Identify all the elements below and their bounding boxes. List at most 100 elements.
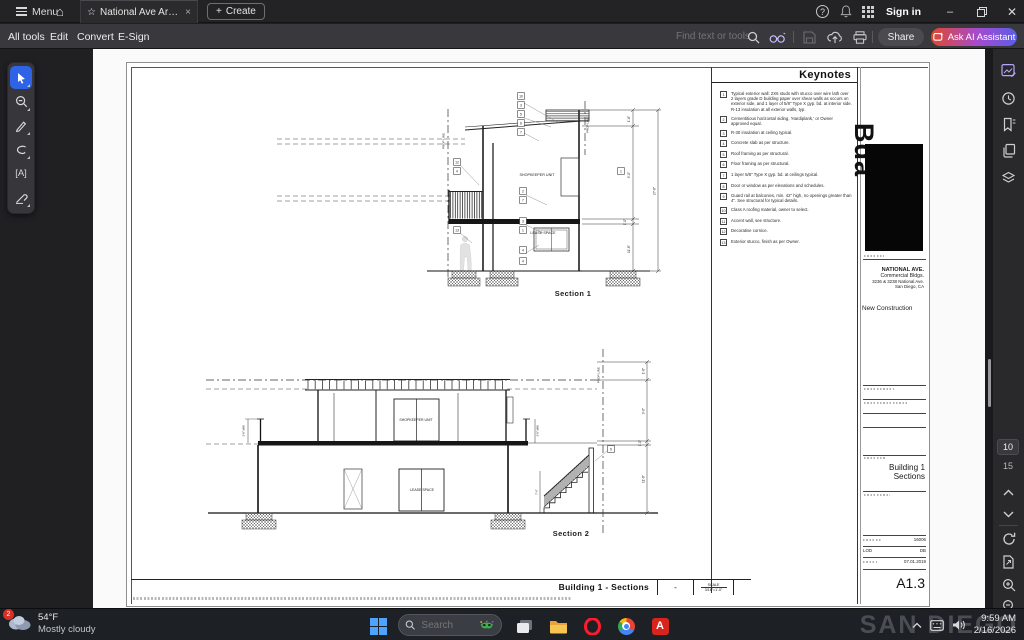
help-button[interactable]: ?: [816, 0, 829, 23]
rotate-button[interactable]: [999, 529, 1018, 548]
svg-text:7: 7: [522, 199, 524, 203]
weather-temp: 54°F: [38, 612, 96, 624]
tab-all-tools[interactable]: All tools: [8, 24, 45, 49]
document-viewer[interactable]: PROP LINE PROP LINE: [93, 49, 985, 608]
svg-text:3'-6" MIN: 3'-6" MIN: [536, 425, 540, 436]
pen-tool[interactable]: [10, 114, 32, 137]
svg-text:4: 4: [522, 260, 524, 264]
print-icon[interactable]: [851, 28, 869, 46]
right-panel: 10 15: [993, 49, 1024, 608]
svg-text:SHOPKEEPER UNIT: SHOPKEEPER UNIT: [519, 173, 555, 177]
keynote-item: 13Exterior stucco, finish as per Owner.: [720, 239, 852, 246]
footings: [242, 513, 525, 529]
svg-text:7'-6": 7'-6": [535, 489, 539, 495]
create-button[interactable]: + Create: [207, 3, 265, 20]
svg-text:PROP LINE: PROP LINE: [597, 367, 601, 383]
tab-close-icon[interactable]: ×: [185, 7, 191, 18]
home-button[interactable]: ⌂: [56, 0, 64, 23]
read-mode-glasses-icon[interactable]: [768, 28, 786, 46]
cloud-upload-icon[interactable]: [826, 28, 844, 46]
search-icon[interactable]: [744, 28, 762, 46]
add-text-tool[interactable]: [A]: [10, 162, 32, 185]
titleblock: Bda NATIONAL AVE. Commercial Bldgs. 3236…: [861, 67, 928, 604]
tab-esign[interactable]: E-Sign: [118, 24, 150, 49]
history-panel-button[interactable]: [999, 89, 1018, 108]
pen-icon: [15, 120, 27, 132]
touch-keyboard-icon[interactable]: [930, 620, 944, 631]
layers-panel-button[interactable]: [999, 167, 1018, 186]
menu-button[interactable]: Menu: [16, 0, 58, 23]
share-button[interactable]: Share: [878, 28, 924, 46]
edit-image-panel-button[interactable]: [999, 61, 1018, 80]
svg-text:1'-0": 1'-0": [623, 219, 627, 225]
taskbar-search[interactable]: [398, 614, 502, 636]
dimension-lines-s2: [597, 360, 651, 515]
stairs: [544, 472, 588, 513]
sign-in-button[interactable]: Sign in: [886, 0, 921, 23]
notifications-button[interactable]: [840, 0, 852, 23]
volume-icon[interactable]: [952, 619, 966, 631]
stair-railing-hatch: [544, 455, 589, 507]
copy-pages-icon: [1002, 143, 1016, 158]
tab-convert[interactable]: Convert: [77, 24, 114, 49]
acrobat-button[interactable]: A: [648, 614, 672, 638]
svg-text:1'-6": 1'-6": [627, 116, 631, 122]
svg-text:12: 12: [455, 161, 459, 165]
bell-icon: [840, 5, 852, 18]
tab-edit[interactable]: Edit: [50, 24, 68, 49]
svg-text:2: 2: [522, 190, 524, 194]
pdf-page: PROP LINE PROP LINE: [126, 62, 930, 607]
svg-text:1: 1: [522, 229, 524, 233]
tray-expand-icon[interactable]: [912, 622, 922, 629]
keynote-item: 2Cementitious horizontal siding, 'Hardip…: [720, 116, 852, 126]
zoom-in-button[interactable]: [999, 575, 1018, 594]
apps-button[interactable]: [862, 0, 874, 23]
restore-button[interactable]: [967, 0, 997, 23]
task-view-button[interactable]: [512, 614, 536, 638]
svg-text:4: 4: [456, 170, 458, 174]
find-input[interactable]: [676, 31, 748, 42]
zoom-tool[interactable]: [10, 90, 32, 113]
section-2-drawing: SHOPKEEPER UNIT 3'-6" MIN 3'-6" MIN: [206, 349, 658, 538]
keynote-item: 3R-30 insulation at ceiling typical.: [720, 130, 852, 137]
chrome-button[interactable]: [614, 614, 638, 638]
file-explorer-button[interactable]: [546, 614, 570, 638]
start-button[interactable]: [366, 614, 390, 638]
svg-text:9'-0": 9'-0": [642, 408, 646, 414]
close-button[interactable]: ✕: [997, 0, 1024, 23]
scrollbar-track[interactable]: [985, 49, 993, 608]
restore-icon: [977, 7, 987, 17]
bookmarks-panel-button[interactable]: [999, 115, 1018, 134]
svg-text:11'-6": 11'-6": [642, 475, 646, 483]
taskbar-clock[interactable]: 9:59 AM 2/16/2026: [974, 613, 1016, 637]
document-tab[interactable]: ☆ National Ave Arch Dwg... ×: [80, 0, 198, 23]
toolbar: All tools Edit Convert E-Sign Share: [0, 24, 1024, 49]
svg-text:4: 4: [522, 249, 524, 253]
bracket-a-icon: [A]: [15, 168, 27, 179]
stamp-tool[interactable]: [10, 186, 32, 209]
mardi-gras-mask-icon: [479, 619, 495, 632]
keynote-item: 8Door or window as per elevations and sc…: [720, 183, 852, 190]
page-down-button[interactable]: [999, 505, 1018, 524]
minimize-button[interactable]: –: [935, 0, 965, 23]
pages-panel-button[interactable]: [999, 141, 1018, 160]
keynote-item: 1Typical exterior wall: 2X6 studs with s…: [720, 91, 852, 112]
ask-ai-assistant-button[interactable]: Ask AI Assistant: [931, 28, 1017, 46]
select-tool[interactable]: [10, 66, 32, 89]
fit-page-button[interactable]: [999, 552, 1018, 571]
weather-widget[interactable]: 2 54°F Mostly cloudy: [6, 612, 96, 637]
lasso-tool[interactable]: [10, 138, 32, 161]
scrollbar-thumb[interactable]: [988, 359, 991, 407]
refresh-icon: [1002, 532, 1016, 546]
current-page-box[interactable]: 10: [997, 439, 1019, 455]
keynote-item: 71 layer 5/8" Type X gyp. bd. at ceiling…: [720, 172, 852, 179]
keynotes-panel: Keynotes 1Typical exterior wall: 2X6 stu…: [712, 67, 857, 593]
save-icon[interactable]: [800, 28, 818, 46]
page-up-button[interactable]: [999, 483, 1018, 502]
svg-text:6: 6: [520, 122, 522, 126]
opera-button[interactable]: [580, 614, 604, 638]
star-icon[interactable]: ☆: [87, 7, 96, 18]
taskbar-search-input[interactable]: [421, 620, 473, 631]
svg-text:3: 3: [522, 220, 524, 224]
tab-title: National Ave Arch Dwg...: [100, 7, 181, 18]
